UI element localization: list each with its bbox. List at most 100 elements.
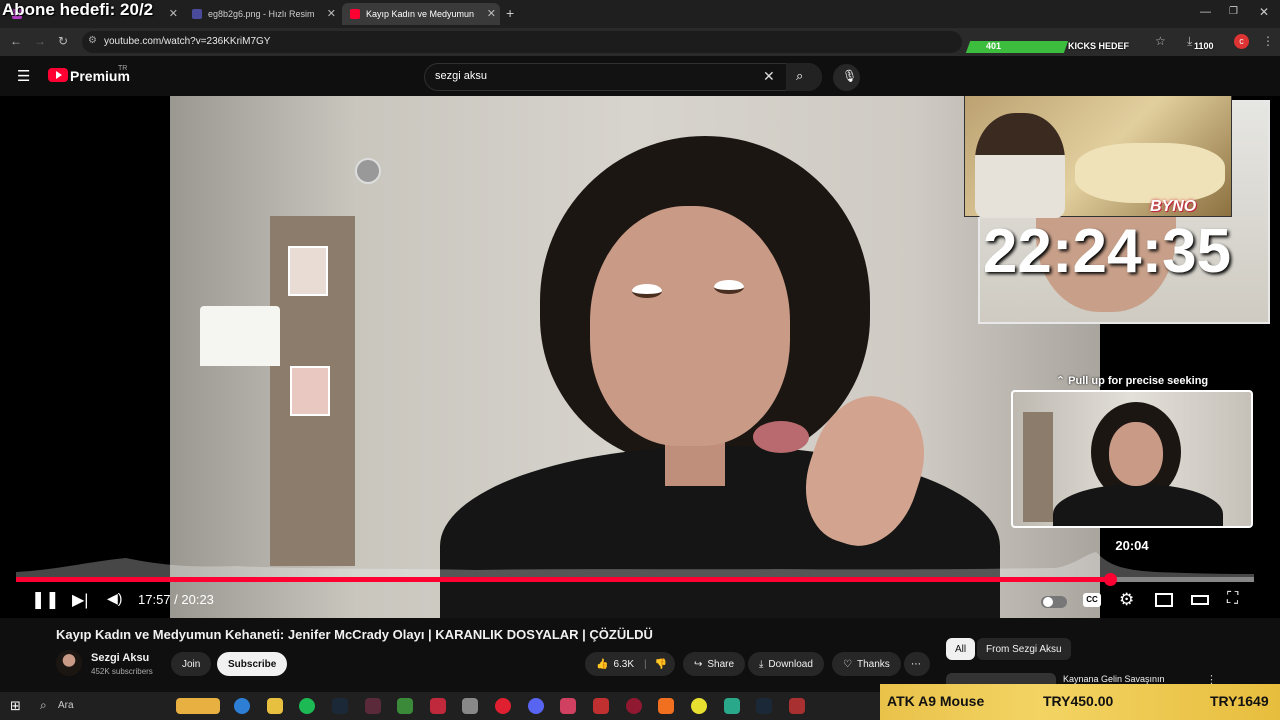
close-icon[interactable]: ✕: [487, 7, 496, 20]
progress-played: [16, 577, 1111, 582]
widgets-icon[interactable]: [176, 698, 220, 714]
stream-watermark: BYNO: [1150, 198, 1197, 215]
autoplay-toggle[interactable]: [1041, 596, 1067, 608]
url-field[interactable]: ⚙ youtube.com/watch?v=236KKriM7GY: [82, 31, 962, 53]
menu-kebab-icon[interactable]: ⋮: [1262, 34, 1274, 48]
youtube-logo-icon[interactable]: [48, 68, 68, 82]
close-icon[interactable]: ✕: [327, 7, 336, 20]
clear-search-icon[interactable]: ✕: [763, 68, 775, 85]
download-button[interactable]: ⤓ Download: [748, 652, 824, 676]
search-button[interactable]: ⌕: [786, 63, 822, 91]
chip-all[interactable]: All: [946, 638, 976, 660]
wall-clock: [355, 158, 381, 184]
site-info-icon[interactable]: ⚙: [88, 35, 97, 46]
kicks-progress-bar: [965, 41, 1069, 53]
miniplayer-icon[interactable]: [1155, 593, 1173, 607]
theater-mode-icon[interactable]: [1191, 595, 1209, 605]
settings-gear-icon[interactable]: ⚙: [1119, 590, 1134, 610]
share-icon: ↪: [694, 658, 703, 670]
chrome-icon[interactable]: [691, 698, 707, 714]
time-display: 17:57 / 20:23: [138, 592, 214, 607]
channel-name[interactable]: Sezgi Aksu: [91, 652, 149, 664]
stream-countdown-timer: 22:24:35: [982, 217, 1232, 286]
video-title: Kayıp Kadın ve Medyumun Kehaneti: Jenife…: [56, 627, 653, 642]
more-actions-button[interactable]: ⋯: [904, 652, 930, 676]
thanks-button[interactable]: ♡ Thanks: [832, 652, 901, 676]
pause-icon[interactable]: ❚❚: [31, 590, 60, 610]
steam-icon[interactable]: [756, 698, 772, 714]
taskbar-search-label[interactable]: Ara: [58, 700, 74, 711]
download-label: Download: [768, 658, 813, 670]
chip-from-channel[interactable]: From Sezgi Aksu: [977, 638, 1071, 660]
nvidia-icon[interactable]: [397, 698, 413, 714]
reload-icon[interactable]: ↻: [58, 34, 68, 48]
person-face: [590, 206, 790, 446]
app-icon[interactable]: [462, 698, 478, 714]
search-input[interactable]: sezgi aksu ✕: [424, 63, 822, 91]
discord-icon[interactable]: [528, 698, 544, 714]
youtube-header: ☰ Premium TR sezgi aksu ✕ ⌕ 🎙: [0, 56, 1280, 96]
next-video-title[interactable]: Kaynana Gelin Savaşının: [1063, 674, 1165, 684]
app-icon[interactable]: [430, 698, 446, 714]
edge-browser-icon[interactable]: [234, 698, 250, 714]
dislike-icon[interactable]: 👎: [655, 659, 667, 670]
tab-2-label: eg8b2g6.png - Hızlı Resim: [208, 9, 315, 19]
app-icon[interactable]: [626, 698, 642, 714]
app-icon[interactable]: [560, 698, 576, 714]
subscribe-button[interactable]: Subscribe: [217, 652, 288, 676]
youtube-favicon-icon: [350, 9, 360, 19]
tab-2[interactable]: eg8b2g6.png - Hızlı Resim ✕: [184, 3, 340, 25]
kicks-goal: 1100: [1194, 41, 1214, 51]
windows-start-icon[interactable]: ⊞: [10, 698, 21, 714]
tab-3[interactable]: Kayıp Kadın ve Medyumun ✕: [342, 3, 500, 25]
seek-preview-thumbnail: [1011, 390, 1253, 528]
frame-photo: [290, 366, 330, 416]
profile-avatar[interactable]: c: [1234, 34, 1249, 49]
search-icon: ⌕: [796, 68, 804, 83]
eye: [632, 284, 662, 298]
person-lips: [753, 421, 809, 453]
share-label: Share: [707, 658, 735, 670]
frame-photo: [288, 246, 328, 296]
soundcloud-icon[interactable]: [658, 698, 674, 714]
restore-icon[interactable]: ❐: [1229, 6, 1238, 17]
opera-icon[interactable]: [495, 698, 511, 714]
steam-icon[interactable]: [332, 698, 348, 714]
volume-icon[interactable]: ◀): [107, 590, 122, 607]
close-icon[interactable]: ✕: [169, 7, 178, 20]
channel-avatar[interactable]: [56, 650, 82, 676]
hamburger-menu-icon[interactable]: ☰: [17, 67, 30, 85]
tab-3-label: Kayıp Kadın ve Medyumun: [366, 9, 475, 19]
share-button[interactable]: ↪ Share: [683, 652, 746, 676]
subtitles-icon[interactable]: CC: [1083, 593, 1101, 607]
voice-search-button[interactable]: 🎙: [833, 64, 860, 91]
region-label: TR: [118, 65, 128, 72]
search-query: sezgi aksu: [435, 70, 487, 82]
fullscreen-icon[interactable]: ⛶: [1227, 590, 1238, 608]
app-icon[interactable]: [593, 698, 609, 714]
forward-icon[interactable]: →: [34, 34, 46, 48]
search-icon[interactable]: ⌕: [40, 698, 47, 713]
progress-bar[interactable]: [16, 573, 1254, 586]
thanks-heart-icon: ♡: [843, 658, 852, 670]
video-frame[interactable]: [170, 96, 1270, 618]
progress-scrubber[interactable]: [1104, 573, 1118, 586]
app-icon[interactable]: [789, 698, 805, 714]
next-video-icon[interactable]: ▶|: [72, 590, 88, 610]
new-tab-icon[interactable]: +: [506, 5, 514, 21]
file-explorer-icon[interactable]: [267, 698, 283, 714]
preview-face: [1109, 422, 1163, 486]
download-icon: ⤓: [759, 658, 764, 670]
join-button[interactable]: Join: [171, 652, 212, 676]
spotify-icon[interactable]: [299, 698, 315, 714]
like-count[interactable]: 6.3K: [613, 659, 634, 670]
close-window-icon[interactable]: ✕: [1259, 5, 1269, 19]
app-icon[interactable]: [724, 698, 740, 714]
microphone-icon: 🎙: [842, 69, 858, 83]
app-icon[interactable]: [365, 698, 381, 714]
like-icon[interactable]: 👍: [596, 659, 608, 670]
back-icon[interactable]: ←: [10, 34, 22, 48]
minimize-icon[interactable]: —: [1200, 6, 1211, 18]
video-player[interactable]: BYNO 22:24:35 ⌃ Pull up for precise seek…: [0, 96, 1280, 618]
ad-product: ATK A9 Mouse: [887, 693, 985, 709]
